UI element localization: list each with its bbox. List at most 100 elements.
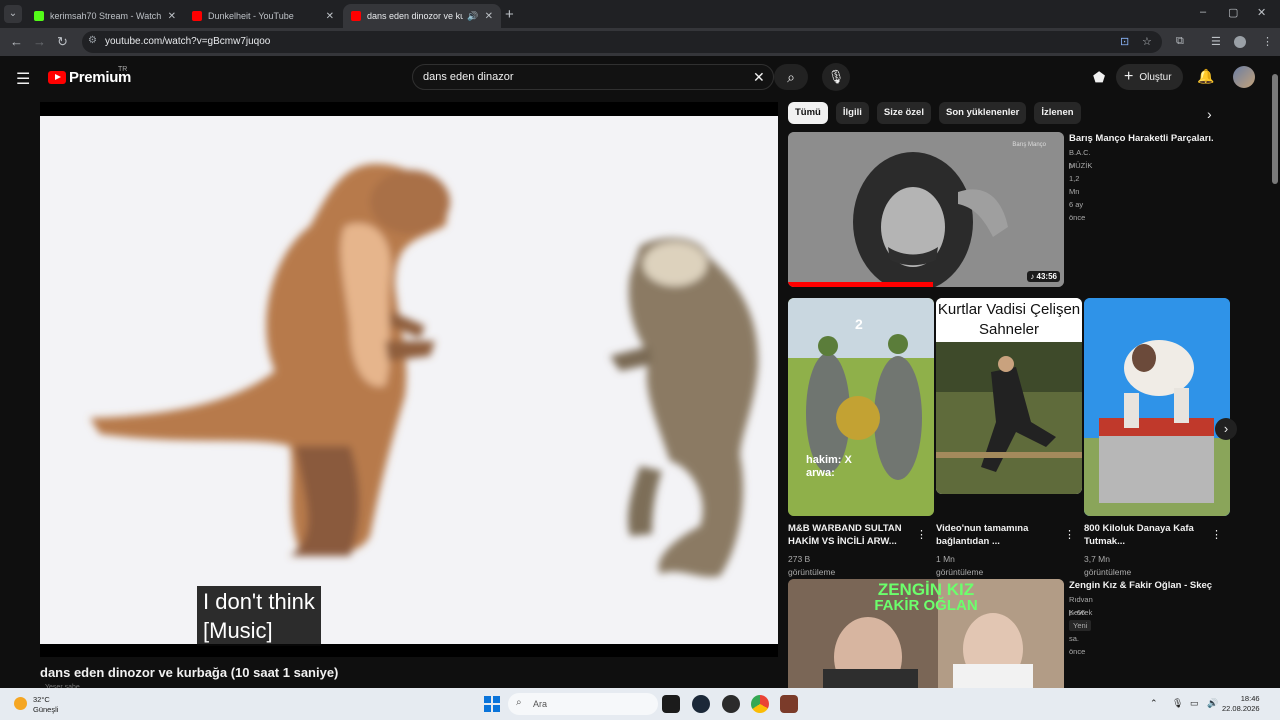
new-tab-button[interactable]: +	[505, 6, 514, 23]
steam-icon[interactable]	[692, 695, 710, 713]
browser-tab-kick[interactable]: kerimsah70 Stream - Watch Liv ✕	[26, 4, 184, 28]
recommendation-thumbnail[interactable]: Barış Manço ♪ 43:56	[788, 132, 1064, 287]
video-still-image	[40, 116, 778, 644]
chrome-icon[interactable]	[751, 695, 769, 713]
clear-search-icon[interactable]: ✕	[753, 69, 765, 86]
recommendation-title[interactable]: Barış Manço Haraketli Parçaları.	[1069, 132, 1259, 145]
shelf-thumbnail-3[interactable]	[1084, 298, 1230, 516]
tab-search-button[interactable]: ⌄	[4, 5, 22, 23]
site-info-icon[interactable]: ⚙	[88, 35, 97, 46]
thumbnail-caption: Kurtlar Vadisi Çelişen Sahneler	[936, 298, 1082, 342]
tab-title: Dunkelheit - YouTube	[208, 11, 294, 21]
weather-temperature[interactable]: 32°C	[33, 695, 50, 704]
profile-avatar[interactable]	[1234, 36, 1246, 48]
browser-tab-strip: ⌄ kerimsah70 Stream - Watch Liv ✕ Dunkel…	[0, 0, 1280, 28]
account-avatar[interactable]	[1233, 66, 1255, 88]
speaker-icon[interactable]: 🔊	[467, 11, 478, 22]
thumbnail-overlay-text: hakim: X arwa:	[806, 454, 852, 479]
cast-icon[interactable]: ⬟	[1093, 69, 1105, 86]
video-player[interactable]: I don't think [Music]	[40, 102, 778, 657]
clock-time: 18:46	[1240, 694, 1260, 703]
chip-watched[interactable]: İzlenen	[1034, 102, 1081, 124]
minimize-button[interactable]: –	[1200, 6, 1206, 18]
game-icon[interactable]	[780, 695, 798, 713]
caption-line-2: [Music]	[203, 618, 273, 643]
close-tab-icon[interactable]: ✕	[168, 11, 176, 22]
chip-related[interactable]: İlgili	[835, 102, 869, 124]
back-icon[interactable]: ←	[10, 34, 23, 49]
bookmark-star-icon[interactable]: ☆	[1142, 35, 1152, 48]
shelf-title-3[interactable]: 800 Kiloluk Danaya Kafa Tutmak...	[1084, 522, 1210, 548]
search-button[interactable]: ⌕	[774, 64, 808, 90]
browser-toolbar: ← → ↻ ⚙ youtube.com/watch?v=gBcmw7juqoo …	[0, 28, 1280, 56]
video-title: dans eden dinozor ve kurbağa (10 saat 1 …	[40, 665, 339, 680]
thumbnail-image	[788, 132, 1064, 287]
windows-logo-icon	[484, 696, 491, 703]
browser-tab-dunkelheit[interactable]: Dunkelheit - YouTube ✕	[184, 4, 342, 28]
windows-taskbar: 32°C Güneşli ⌕ Ara ⌃ 🎙 ▭ 🔊 18:46 22.08.2…	[0, 688, 1280, 720]
translate-icon[interactable]: ⊡	[1120, 35, 1129, 48]
reload-icon[interactable]: ↻	[57, 34, 68, 50]
weather-description[interactable]: Güneşli	[33, 705, 58, 714]
tab-title: dans eden dinozor ve kurba	[367, 11, 464, 21]
chip-all[interactable]: Tümü	[788, 102, 828, 124]
volume-icon[interactable]: 🔊	[1207, 698, 1218, 709]
search-box[interactable]: ✕	[412, 64, 774, 90]
extensions-icon[interactable]: ⧉	[1176, 35, 1184, 48]
create-label: Oluştur	[1139, 71, 1172, 83]
maximize-button[interactable]: ▢	[1228, 6, 1238, 19]
close-tab-icon[interactable]: ✕	[485, 11, 493, 22]
chip-for-you[interactable]: Size özel	[876, 102, 931, 124]
network-icon[interactable]: ▭	[1190, 698, 1199, 709]
mic-tray-icon[interactable]: 🎙	[1172, 698, 1183, 709]
tray-chevron-icon[interactable]: ⌃	[1150, 698, 1158, 709]
shelf-next-chevron-icon[interactable]: ›	[1215, 418, 1237, 440]
recommendation-title[interactable]: Zengin Kız & Fakir Oğlan - Skeç	[1069, 579, 1259, 592]
taskbar-search[interactable]: ⌕ Ara	[508, 693, 658, 715]
close-tab-icon[interactable]: ✕	[326, 11, 334, 22]
more-actions-icon[interactable]: ⋮	[1211, 528, 1222, 541]
new-badge: Yeni	[1069, 620, 1092, 631]
thumbnail-image	[936, 342, 1082, 494]
plus-icon: +	[1124, 68, 1134, 85]
chips-next-chevron-icon[interactable]: ›	[1207, 106, 1212, 122]
forward-icon[interactable]: →	[33, 34, 46, 49]
kick-favicon-icon	[34, 11, 44, 21]
close-window-button[interactable]: ✕	[1257, 6, 1266, 19]
microphone-icon: 🎙	[827, 69, 845, 84]
more-actions-icon[interactable]: ⋮	[1064, 528, 1075, 541]
recommendation-thumbnail[interactable]: ZENGİN KIZ FAKİR OĞLAN	[788, 579, 1064, 688]
search-icon: ⌕	[516, 697, 522, 708]
video-frame[interactable]	[40, 116, 778, 644]
page-scrollbar[interactable]	[1270, 64, 1280, 688]
shelf-thumbnail-2[interactable]: Kurtlar Vadisi Çelişen Sahneler	[936, 298, 1082, 494]
youtube-premium-logo[interactable]: Premium TR	[48, 66, 131, 86]
task-view-icon[interactable]	[662, 695, 680, 713]
shelf-title-1[interactable]: M&B WARBAND SULTAN HAKİM VS İNCİLİ ARW..…	[788, 522, 914, 548]
thumbnail-text-line-1: ZENGİN KIZ	[877, 580, 975, 599]
menu-icon[interactable]: ☰	[16, 69, 30, 89]
windows-logo-icon	[484, 705, 491, 712]
more-actions-icon[interactable]: ⋮	[916, 528, 927, 541]
url-text[interactable]: youtube.com/watch?v=gBcmw7juqoo	[105, 36, 270, 47]
browser-tab-active[interactable]: dans eden dinozor ve kurba 🔊 ✕	[343, 4, 501, 28]
scrollbar-thumb[interactable]	[1272, 74, 1278, 184]
chip-recently-uploaded[interactable]: Son yüklenenler	[938, 102, 1027, 124]
start-button[interactable]	[484, 696, 500, 712]
shelf-title-2[interactable]: Video'nun tamamına bağlantıdan ...	[936, 522, 1062, 548]
create-button[interactable]: + Oluştur	[1116, 64, 1183, 90]
shelf-thumbnail-1[interactable]: 2 hakim: X arwa:	[788, 298, 934, 516]
voice-search-button[interactable]: 🎙	[822, 63, 850, 91]
search-icon: ⌕	[787, 69, 795, 85]
sun-icon[interactable]	[14, 697, 27, 710]
thumbnail-text-line-2: FAKİR OĞLAN	[874, 597, 978, 614]
address-bar[interactable]: ⚙ youtube.com/watch?v=gBcmw7juqoo	[82, 31, 1162, 53]
app-icon[interactable]	[722, 695, 740, 713]
notifications-bell-icon[interactable]: 🔔	[1197, 68, 1214, 85]
taskbar-clock[interactable]: 18:46 22.08.2026	[1222, 694, 1260, 714]
search-input[interactable]	[423, 69, 723, 85]
country-code: TR	[118, 66, 128, 73]
browser-menu-icon[interactable]: ⋮	[1262, 35, 1273, 48]
reading-list-icon[interactable]: ☰	[1211, 35, 1221, 48]
thumbnail-overlay-number: 2	[855, 316, 863, 332]
